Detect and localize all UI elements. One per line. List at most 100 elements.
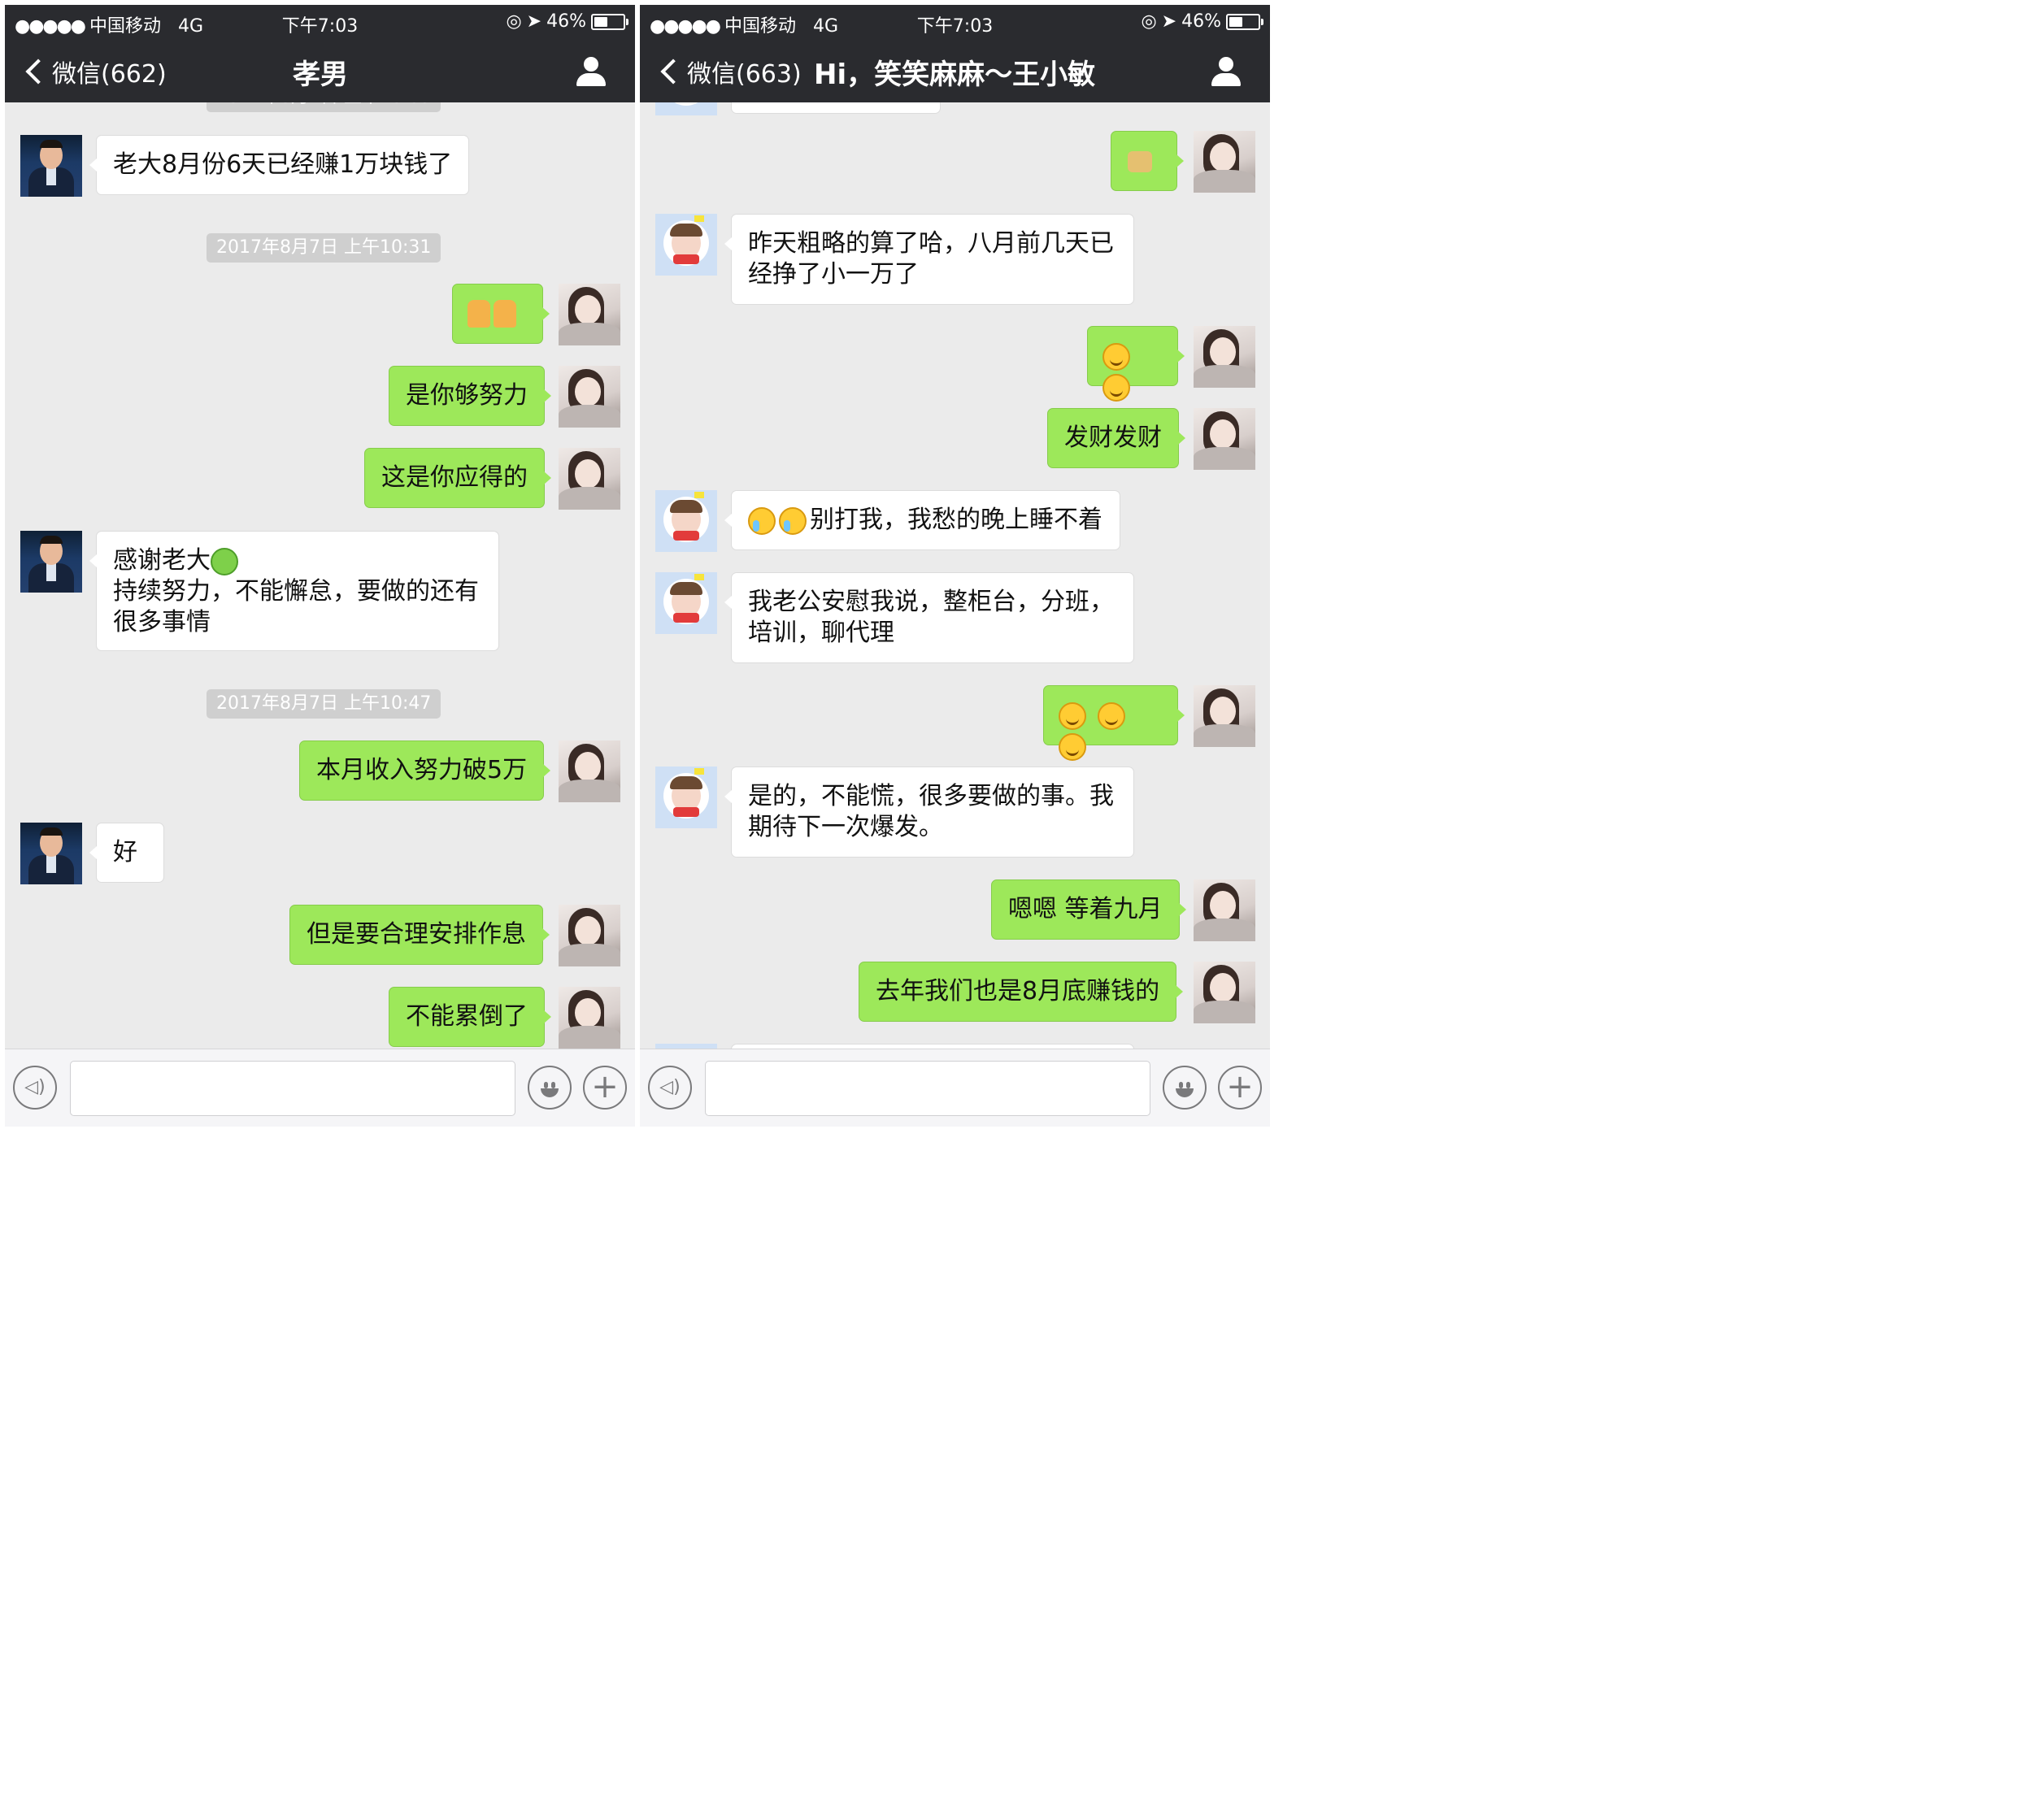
avatar[interactable] xyxy=(1194,326,1255,388)
chat-title: 孝男 xyxy=(293,59,348,91)
message-bubble[interactable]: 但是要合理安排作息 xyxy=(289,905,550,965)
back-label: 微信(663) xyxy=(687,60,802,89)
thumbs-up-icon xyxy=(494,299,516,328)
crying-emoji-icon xyxy=(779,506,807,535)
input-bar: ◁) + xyxy=(5,1049,635,1127)
avatar[interactable] xyxy=(1194,685,1255,747)
message-bubble[interactable]: 感谢老大 持续努力，不能懈怠，要做的还有 很多事情 xyxy=(89,531,499,651)
location-arrow-icon: ➤ xyxy=(526,11,542,32)
back-label: 微信(662) xyxy=(52,60,167,89)
avatar[interactable] xyxy=(1194,131,1255,193)
message-text: 感谢老大 xyxy=(113,546,211,575)
message-bubble[interactable]: 是的，不能慌，很多要做的事。我 期待下一次爆发。 xyxy=(724,767,1134,858)
avatar[interactable] xyxy=(1194,879,1255,941)
message-bubble[interactable]: 别打我，我愁的晚上睡不着 xyxy=(724,490,1120,550)
voice-icon: ◁) xyxy=(24,1077,46,1097)
right-chat-screen: ●●●●● 中国移动 4G 下午7:03 ◎ ➤ 46% 微信(663) Hi，笑… xyxy=(640,5,1270,1127)
frog-emoji-icon xyxy=(211,547,238,575)
back-button[interactable]: 微信(662) xyxy=(24,54,167,89)
location-arrow-icon: ➤ xyxy=(1161,11,1177,32)
timestamp: 2017年8月7日 上午10:31 xyxy=(207,233,441,263)
avatar[interactable] xyxy=(20,823,82,884)
message-input[interactable] xyxy=(705,1061,1150,1116)
left-chat-screen: ●●●●●中国移动 4G 下午7:03 ◎ ➤ 46% 微信(662) 孝男 2… xyxy=(5,5,635,1127)
battery-percent: 46% xyxy=(1181,11,1221,32)
status-bar: ●●●●● 中国移动 4G 下午7:03 ◎ ➤ 46% xyxy=(640,5,1270,39)
message-bubble[interactable] xyxy=(1043,685,1185,761)
plus-icon: + xyxy=(1226,1068,1254,1105)
message-bubble[interactable]: 好 xyxy=(89,823,164,883)
profile-button[interactable] xyxy=(1211,57,1241,86)
smiley-icon xyxy=(537,1075,562,1100)
smirk-emoji-icon xyxy=(1102,342,1130,371)
message-bubble[interactable]: 不能累倒了 xyxy=(389,987,551,1047)
back-button[interactable]: 微信(663) xyxy=(659,54,802,89)
message-bubble[interactable]: 发财发财 xyxy=(1047,408,1185,468)
avatar[interactable] xyxy=(559,448,620,510)
avatar[interactable] xyxy=(655,767,717,828)
message-bubble[interactable]: 昨天粗略的算了哈，八月前几天已 经挣了小一万了 xyxy=(724,214,1134,305)
avatar[interactable] xyxy=(20,135,82,197)
chevron-left-icon xyxy=(660,59,686,85)
avatar[interactable] xyxy=(20,531,82,593)
rotation-lock-icon: ◎ xyxy=(506,11,522,32)
message-bubble[interactable]: 老大8月份6天已经赚1万块钱了 xyxy=(89,135,470,195)
message-bubble[interactable]: 这是你应得的 xyxy=(364,448,551,508)
emoji-button[interactable] xyxy=(1163,1066,1207,1110)
thumbs-up-icon xyxy=(468,299,490,328)
voice-icon: ◁) xyxy=(659,1077,681,1097)
battery-percent: 46% xyxy=(546,11,586,32)
message-bubble[interactable] xyxy=(452,284,550,344)
nav-bar: 微信(663) Hi，笑笑麻麻～王小敏 xyxy=(640,39,1270,102)
message-bubble[interactable] xyxy=(1087,326,1185,402)
avatar[interactable] xyxy=(655,102,717,115)
avatar[interactable] xyxy=(1194,408,1255,470)
rotation-lock-icon: ◎ xyxy=(1141,11,1157,32)
plus-button[interactable]: + xyxy=(583,1066,627,1110)
emoji-button[interactable] xyxy=(528,1066,572,1110)
voice-button[interactable]: ◁) xyxy=(648,1066,692,1110)
timestamp: 2017年8月7日 上午10:47 xyxy=(207,689,441,719)
smirk-emoji-icon xyxy=(1102,373,1130,402)
message-list[interactable]: 昨天粗略的算了哈，八月前几天已 经挣了小一万了 发财发财 别打我，我愁的晚上睡不… xyxy=(640,102,1270,1049)
person-icon xyxy=(1219,57,1233,72)
message-bubble[interactable]: 去年我们也是8月底赚钱的 xyxy=(859,962,1184,1022)
battery-icon xyxy=(1226,13,1263,30)
avatar[interactable] xyxy=(1194,962,1255,1023)
battery-icon xyxy=(591,13,628,30)
message-text: 持续努力，不能懈怠，要做的还有 很多事情 xyxy=(113,577,479,636)
avatar[interactable] xyxy=(559,366,620,428)
plus-icon: + xyxy=(591,1068,619,1105)
avatar[interactable] xyxy=(655,214,717,276)
input-bar: ◁) + xyxy=(640,1049,1270,1127)
message-text: 别打我，我愁的晚上睡不着 xyxy=(810,506,1102,534)
message-bubble[interactable]: 是你够努力 xyxy=(389,366,551,426)
chevron-left-icon xyxy=(25,59,51,85)
message-bubble[interactable]: 我老公安慰我说，整柜台，分班， 培训，聊代理 xyxy=(724,572,1134,663)
timestamp: 2017年8月7日 上午10:03 xyxy=(207,102,441,112)
message-bubble[interactable]: 本月收入努力破5万 xyxy=(299,740,551,801)
message-bubble[interactable]: 嗯嗯 等着九月 xyxy=(991,879,1186,940)
hammer-emoji-icon xyxy=(1128,150,1152,172)
profile-button[interactable] xyxy=(576,57,606,86)
avatar[interactable] xyxy=(559,284,620,345)
grin-emoji-icon xyxy=(1059,701,1086,730)
message-input[interactable] xyxy=(70,1061,515,1116)
person-icon xyxy=(584,57,598,72)
smiley-icon xyxy=(1172,1075,1197,1100)
avatar[interactable] xyxy=(559,740,620,802)
crying-emoji-icon xyxy=(748,506,776,535)
chat-title: Hi，笑笑麻麻～王小敏 xyxy=(814,59,1096,91)
voice-button[interactable]: ◁) xyxy=(13,1066,57,1110)
grin-emoji-icon xyxy=(1097,701,1125,730)
grin-emoji-icon xyxy=(1059,732,1086,761)
plus-button[interactable]: + xyxy=(1218,1066,1262,1110)
message-bubble[interactable] xyxy=(1111,131,1184,191)
nav-bar: 微信(662) 孝男 xyxy=(5,39,635,102)
avatar[interactable] xyxy=(655,572,717,634)
avatar[interactable] xyxy=(655,490,717,552)
avatar[interactable] xyxy=(559,905,620,966)
avatar[interactable] xyxy=(559,987,620,1049)
message-bubble[interactable] xyxy=(731,102,941,114)
message-list[interactable]: 2017年8月7日 上午10:03 老大8月份6天已经赚1万块钱了 2017年8… xyxy=(5,102,635,1049)
